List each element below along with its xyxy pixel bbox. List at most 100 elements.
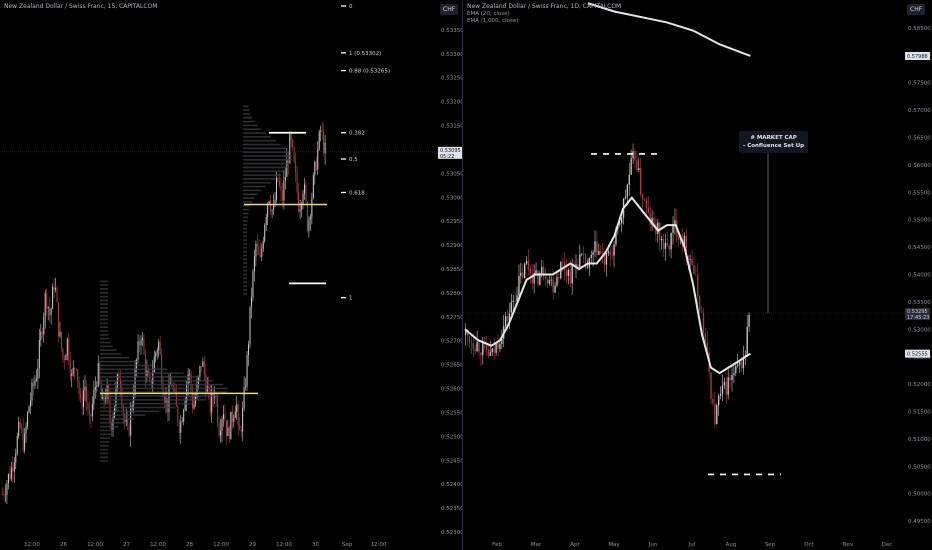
y-tick-label: 0.52850 (441, 267, 462, 273)
profile-bar (243, 208, 250, 211)
candle-body (80, 394, 82, 399)
candle-body (620, 217, 623, 224)
candle-body (6, 483, 8, 495)
candle-body (476, 342, 478, 352)
candle-body (233, 417, 235, 422)
profile-bar (243, 197, 255, 199)
candle-body (710, 372, 712, 400)
candle-body (550, 279, 552, 281)
right-currency-button[interactable]: CHF (907, 4, 926, 15)
candle-body (75, 369, 77, 370)
y-tick-label: 0.53000 (441, 195, 462, 201)
ema20-legend[interactable]: EMA (20, close) (467, 11, 510, 17)
profile-bar (100, 387, 228, 390)
candle-body (725, 382, 727, 395)
y-tick-label: 0.52350 (441, 506, 462, 512)
candle-body (127, 419, 129, 426)
fib-level-label: 0.382 (349, 131, 365, 137)
y-tick-label: 0.53250 (441, 76, 462, 82)
profile-bar (243, 162, 292, 165)
candle-body (522, 272, 524, 278)
x-tick-label: 28 (186, 542, 193, 548)
candle-body (220, 430, 222, 436)
candle-body (321, 130, 323, 132)
candle-body (44, 292, 46, 318)
right-chart-pane[interactable]: 0.585000.580000.575000.570000.565000.560… (463, 0, 932, 550)
profile-bar (243, 273, 247, 276)
candle-body (60, 331, 62, 349)
y-tick-label: 0.51500 (908, 409, 931, 415)
candle-body (203, 361, 205, 375)
candle-body (554, 285, 556, 293)
left-chart-pane[interactable]: 0.533500.533000.532500.532000.531500.531… (0, 0, 462, 550)
candle-body (632, 151, 634, 159)
profile-bar (243, 116, 253, 119)
candle-body (689, 259, 691, 260)
candle-body (510, 301, 512, 313)
profile-bar (100, 399, 207, 401)
market-cap-annotation[interactable]: # MARKET CAP - Confluence Set Up (739, 131, 809, 153)
profile-bar (100, 364, 153, 367)
left-chart-canvas[interactable]: 0.533500.533000.532500.532000.531500.531… (0, 0, 462, 550)
candle-body (278, 181, 280, 187)
candle-body (737, 364, 739, 367)
candle-body (183, 410, 185, 422)
y-tick-label: 0.52500 (441, 434, 462, 440)
profile-bar (243, 243, 248, 245)
candle-body (63, 358, 65, 361)
profile-bar (100, 395, 219, 397)
candle-body (32, 382, 34, 386)
candle-body (69, 360, 71, 377)
candle-body (491, 348, 493, 353)
left-currency-button[interactable]: CHF (440, 4, 459, 15)
candle-body (527, 260, 530, 269)
x-tick-label: Oct (804, 542, 814, 548)
candle-body (309, 216, 311, 220)
profile-bar (100, 288, 108, 290)
candle-body (634, 151, 636, 161)
profile-bar (100, 460, 109, 462)
candle-body (318, 131, 320, 149)
price-tag-countdown: 17:45:23 (907, 315, 929, 321)
fib-level-label: 0 (349, 4, 353, 10)
profile-bar (100, 425, 119, 428)
profile-bar (243, 292, 247, 295)
candle-body (253, 256, 255, 272)
candle-body (222, 414, 224, 420)
x-tick-label: 26 (60, 542, 67, 548)
ema1000-line[interactable] (587, 2, 751, 57)
candle-body (140, 339, 142, 346)
profile-bar (243, 124, 258, 127)
candle-body (267, 203, 269, 218)
profile-bar (243, 235, 248, 238)
candle-body (678, 237, 680, 240)
candle-body (34, 380, 36, 386)
y-tick-label: 0.52750 (441, 315, 462, 321)
profile-bar (243, 105, 249, 108)
candle-body (672, 225, 674, 233)
profile-bar (243, 178, 276, 180)
candle-body (716, 404, 718, 425)
candle-body (138, 341, 141, 346)
candle-body (91, 404, 93, 417)
candle-body (748, 314, 750, 327)
profile-bar (100, 311, 109, 313)
candle-body (284, 176, 286, 181)
candle-body (299, 209, 301, 212)
candle-body (581, 253, 583, 255)
candle-body (250, 297, 252, 307)
profile-bar (243, 147, 286, 150)
candle-body (21, 427, 23, 430)
profile-bar (243, 277, 247, 280)
y-tick-label: 0.53350 (441, 28, 462, 34)
candle-body (314, 161, 316, 176)
profile-bar (100, 318, 109, 321)
ema1000-legend[interactable]: EMA (1,000, close) (467, 18, 518, 24)
right-chart-canvas[interactable]: 0.585000.580000.575000.570000.565000.560… (463, 0, 932, 550)
candle-body (53, 286, 55, 290)
profile-bar (243, 231, 248, 234)
profile-bar (243, 189, 262, 192)
candle-body (47, 307, 49, 309)
candle-body (230, 411, 232, 440)
candle-body (480, 352, 482, 356)
